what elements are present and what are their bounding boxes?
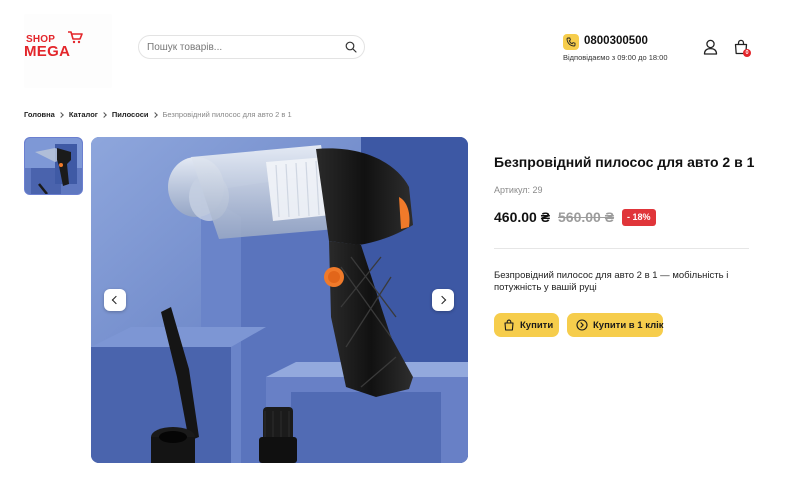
- buy-one-click-label: Купити в 1 клік: [593, 320, 664, 331]
- current-price: 460.00 ₴: [494, 209, 551, 225]
- buy-one-click-button[interactable]: Купити в 1 клік: [567, 313, 664, 337]
- working-hours: Відповідаємо з 09:00 до 18:00: [563, 53, 668, 62]
- shopping-bag-icon: [504, 319, 514, 331]
- phone-icon: [563, 34, 579, 50]
- phone-number[interactable]: 0800300500: [584, 35, 648, 47]
- gallery-next-button[interactable]: [432, 289, 454, 311]
- chevron-right-icon: [58, 111, 64, 118]
- search-icon[interactable]: [345, 41, 357, 53]
- discount-badge: - 18%: [622, 209, 656, 226]
- search-bar[interactable]: [138, 35, 365, 59]
- buy-button-label: Купити: [520, 320, 554, 331]
- gallery-prev-button[interactable]: [104, 289, 126, 311]
- breadcrumb-vacuums[interactable]: Пилососи: [112, 110, 149, 119]
- chevron-right-icon: [151, 111, 158, 118]
- product-title: Безпровідний пилосос для авто 2 в 1: [494, 154, 755, 170]
- breadcrumb-home[interactable]: Головна: [24, 110, 55, 119]
- user-icon[interactable]: [703, 39, 718, 55]
- divider: [494, 248, 749, 249]
- breadcrumb: Головна Каталог Пилососи Безпровідний пи…: [24, 110, 292, 119]
- chevron-right-icon: [101, 111, 107, 118]
- product-main-image: [91, 137, 468, 463]
- old-price: 560.00 ₴: [558, 209, 615, 225]
- product-description: Безпровідний пилосос для авто 2 в 1 — мо…: [494, 270, 729, 293]
- buy-button[interactable]: Купити: [494, 313, 559, 337]
- breadcrumb-current: Безпровідний пилосос для авто 2 в 1: [162, 110, 292, 119]
- breadcrumb-catalog[interactable]: Каталог: [69, 110, 98, 119]
- logo-text-bottom: MEGA: [24, 43, 71, 60]
- logo-cart-icon: [68, 31, 83, 44]
- gallery-thumbnail[interactable]: [24, 137, 83, 195]
- arrow-circle-icon: [576, 319, 588, 331]
- product-sku: Артикул: 29: [494, 185, 543, 195]
- cart-count-badge: 0: [743, 49, 751, 57]
- search-input[interactable]: [147, 40, 337, 55]
